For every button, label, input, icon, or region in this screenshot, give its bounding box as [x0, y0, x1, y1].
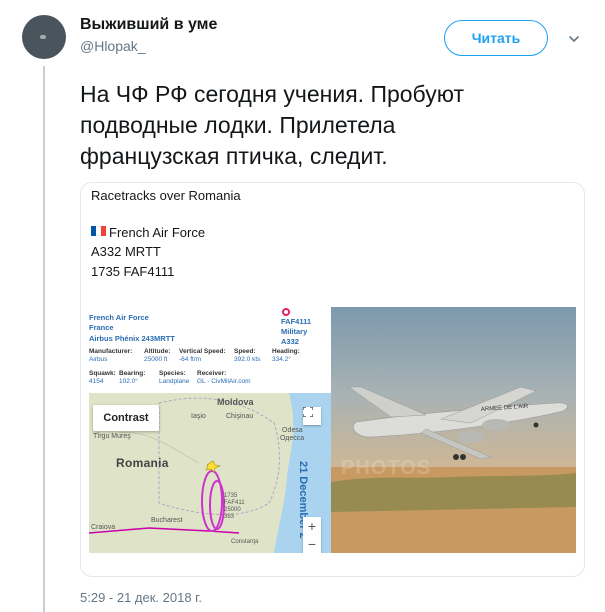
- value-heading: 334.2°: [272, 356, 291, 363]
- value-species: Landplane: [159, 378, 190, 385]
- media-card[interactable]: Racetracks over Romania French Air Force…: [80, 182, 585, 577]
- value-squawk: 4154: [89, 378, 104, 385]
- value-vertical-speed: -64 ft/m: [179, 356, 202, 363]
- info-type: Military: [281, 327, 308, 336]
- map-label-odessa: Одесса: [280, 435, 305, 442]
- author-display-name[interactable]: Выживший в уме: [80, 16, 217, 34]
- follow-button[interactable]: Читать: [444, 20, 548, 56]
- value-bearing: 102.0°: [119, 378, 138, 385]
- map-label-targu-mures: Tîrgu Mureş: [93, 433, 131, 440]
- zoom-out-button[interactable]: −: [303, 535, 321, 553]
- map-label-odesa: Odesa: [282, 427, 303, 434]
- info-aircraft: Airbus Phénix 243MRTT: [89, 334, 175, 343]
- value-altitude: 25000 ft: [144, 356, 168, 363]
- value-receiver: GL - CivMilAir.com: [197, 378, 251, 385]
- french-flag-icon: [91, 226, 106, 236]
- map-label-craiova: Craiova: [91, 524, 116, 531]
- thread-line: [43, 66, 45, 612]
- flight-info-panel: French Air Force France Airbus Phénix 24…: [89, 307, 331, 393]
- info-code: FAF4111: [281, 317, 312, 326]
- card-callsign: 1735 FAF4111: [91, 264, 175, 279]
- author-handle[interactable]: @Hlopak_: [80, 38, 146, 54]
- info-owner: French Air Force: [89, 313, 149, 322]
- map-label-bucharest: Bucharest: [151, 517, 183, 524]
- tweet-text: На ЧФ РФ сегодня учения. Пробуют подводн…: [80, 81, 465, 169]
- map-label-chisinau: Chişinau: [226, 413, 254, 420]
- value-manufacturer: Airbus: [89, 356, 108, 363]
- card-aircraft-type: A332 MRTT: [91, 244, 161, 259]
- flight-tracker-screenshot[interactable]: French Air Force France Airbus Phénix 24…: [89, 307, 331, 553]
- card-operator: French Air Force: [109, 225, 206, 240]
- map-view[interactable]: Contrast Moldova Iaşio Chişinau Odesa Од…: [89, 393, 331, 553]
- map-label-iasi: Iaşio: [191, 413, 206, 420]
- map-label-romania: Romania: [116, 456, 169, 470]
- zoom-in-button[interactable]: +: [303, 517, 321, 535]
- airbus-mrtt-image: ARMEE DE L'AIR: [331, 386, 576, 553]
- info-country: France: [89, 323, 114, 332]
- chevron-down-icon[interactable]: [567, 32, 581, 46]
- map-label-moldova: Moldova: [217, 397, 254, 407]
- info-model: A332: [281, 337, 299, 346]
- avatar[interactable]: [22, 15, 66, 59]
- plane-track-label: 1735 FAF411 25000 393: [224, 493, 245, 520]
- aircraft-photo[interactable]: ARMEE DE L'AIR PHOTOS: [331, 307, 576, 553]
- target-icon: [282, 308, 290, 316]
- tweet-timestamp[interactable]: 5:29 - 21 дек. 2018 г.: [80, 590, 202, 605]
- map-label-constanta: Constanţa: [231, 539, 259, 545]
- photo-watermark: PHOTOS: [341, 457, 432, 479]
- card-title: Racetracks over Romania: [91, 188, 241, 203]
- fullscreen-icon[interactable]: [303, 407, 321, 425]
- value-speed: 392.0 kts: [234, 356, 261, 363]
- contrast-button[interactable]: Contrast: [93, 405, 159, 431]
